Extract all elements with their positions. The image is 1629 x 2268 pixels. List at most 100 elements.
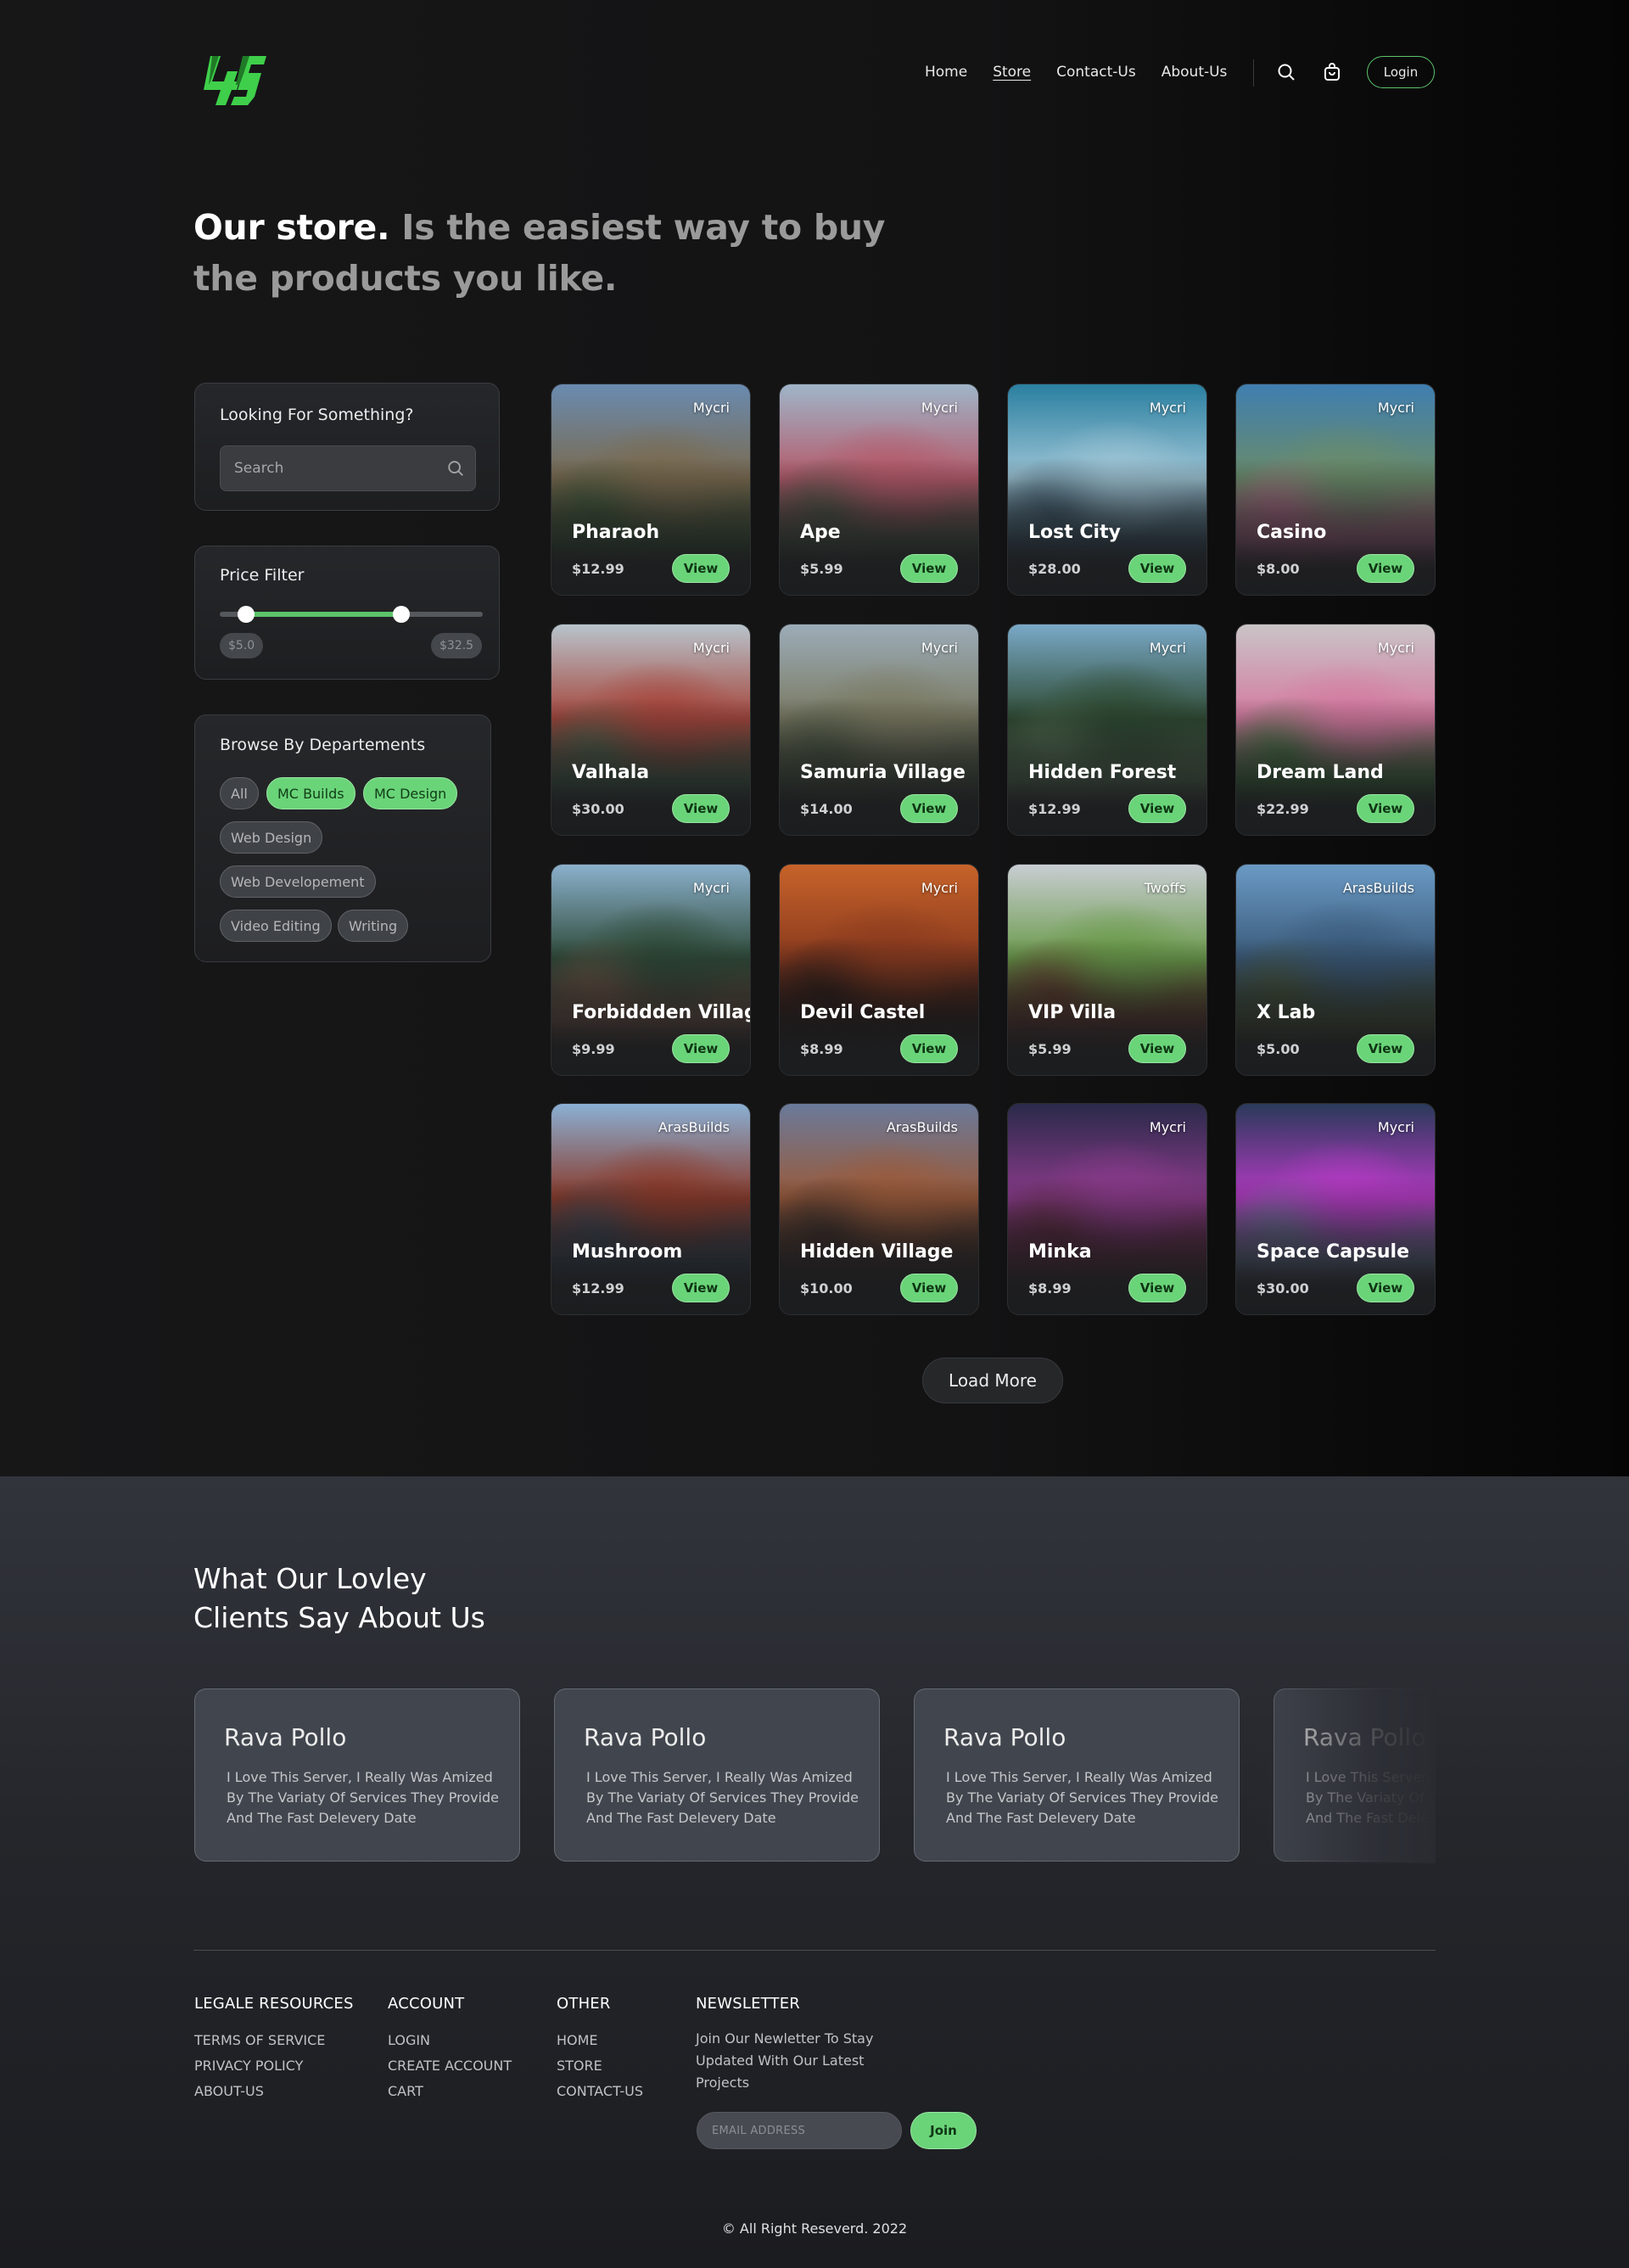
product-name: X Lab bbox=[1257, 1002, 1316, 1023]
department-chip[interactable]: All bbox=[220, 777, 259, 809]
product-name: Hidden Forest bbox=[1028, 762, 1177, 783]
product-name: VIP Villa bbox=[1028, 1002, 1117, 1023]
view-button[interactable]: View bbox=[1128, 554, 1186, 583]
department-chip[interactable]: Web Design bbox=[220, 821, 323, 854]
testimonials-title-line2: Clients Say About Us bbox=[193, 1601, 485, 1634]
footer-link-home[interactable]: HOME bbox=[557, 2028, 643, 2053]
product-card[interactable]: Mycri Hidden Forest $12.99 View bbox=[1007, 624, 1207, 836]
email-placeholder: EMAIL ADDRESS bbox=[712, 2125, 806, 2137]
product-price: $22.99 bbox=[1257, 801, 1309, 817]
view-button[interactable]: View bbox=[900, 794, 958, 823]
footer-legal-column: LEGALE RESOURCES TERMS OF SERVICE PRIVAC… bbox=[194, 1995, 354, 2104]
nav-home[interactable]: Home bbox=[925, 64, 967, 81]
view-button[interactable]: View bbox=[1128, 794, 1186, 823]
product-name: Pharaoh bbox=[572, 522, 660, 543]
view-button[interactable]: View bbox=[672, 1034, 730, 1063]
product-card[interactable]: Mycri Samuria Village $14.00 View bbox=[779, 624, 979, 836]
footer-divider bbox=[193, 1950, 1436, 1951]
footer-link-terms[interactable]: TERMS OF SERVICE bbox=[194, 2028, 354, 2053]
product-card[interactable]: Mycri Minka $8.99 View bbox=[1007, 1103, 1207, 1315]
department-chip[interactable]: MC Design bbox=[363, 777, 458, 809]
view-button[interactable]: View bbox=[1357, 554, 1414, 583]
product-price: $5.00 bbox=[1257, 1041, 1300, 1057]
product-author: Mycri bbox=[1149, 640, 1186, 656]
view-button[interactable]: View bbox=[1357, 1274, 1414, 1302]
product-card[interactable]: ArasBuilds Mushroom $12.99 View bbox=[551, 1103, 751, 1315]
footer-link-privacy[interactable]: PRIVACY POLICY bbox=[194, 2053, 354, 2079]
shopping-bag-icon[interactable] bbox=[1319, 59, 1345, 85]
product-card[interactable]: Mycri Ape $5.99 View bbox=[779, 384, 979, 596]
view-button[interactable]: View bbox=[900, 1034, 958, 1063]
view-button[interactable]: View bbox=[1128, 1274, 1186, 1302]
page-title: Our store. Is the easiest way to buy the… bbox=[193, 202, 957, 304]
product-author: Mycri bbox=[692, 400, 730, 416]
view-button[interactable]: View bbox=[672, 1274, 730, 1302]
view-button[interactable]: View bbox=[1357, 794, 1414, 823]
nav-store[interactable]: Store bbox=[993, 64, 1031, 81]
view-button[interactable]: View bbox=[1128, 1034, 1186, 1063]
department-chip[interactable]: Writing bbox=[338, 910, 409, 942]
load-more-button[interactable]: Load More bbox=[922, 1358, 1063, 1403]
product-card[interactable]: ArasBuilds Hidden Village $10.00 View bbox=[779, 1103, 979, 1315]
view-button[interactable]: View bbox=[900, 554, 958, 583]
product-price: $30.00 bbox=[1257, 1280, 1309, 1296]
product-card[interactable]: Mycri Dream Land $22.99 View bbox=[1235, 624, 1436, 836]
product-price: $14.00 bbox=[800, 801, 853, 817]
testimonial-name: Rava Pollo bbox=[224, 1723, 347, 1751]
product-card[interactable]: Mycri Lost City $28.00 View bbox=[1007, 384, 1207, 596]
price-slider-range bbox=[246, 612, 401, 617]
product-price: $10.00 bbox=[800, 1280, 853, 1296]
view-button[interactable]: View bbox=[672, 554, 730, 583]
product-card[interactable]: Mycri Pharaoh $12.99 View bbox=[551, 384, 751, 596]
product-author: Mycri bbox=[1377, 400, 1414, 416]
footer-link-contact[interactable]: CONTACT-US bbox=[557, 2079, 643, 2104]
testimonials-carousel[interactable]: Rava Pollo I Love This Server, I Really W… bbox=[193, 1688, 1436, 1863]
footer-other-column: OTHER HOME STORE CONTACT-US bbox=[557, 1995, 643, 2104]
footer-link-cart[interactable]: CART bbox=[388, 2079, 512, 2104]
search-icon[interactable] bbox=[1274, 59, 1299, 85]
search-icon[interactable] bbox=[446, 459, 465, 481]
view-button[interactable]: View bbox=[900, 1274, 958, 1302]
testimonials-title: What Our Lovley Clients Say About Us bbox=[193, 1560, 485, 1638]
footer-link-about[interactable]: ABOUT-US bbox=[194, 2079, 354, 2104]
view-button[interactable]: View bbox=[672, 794, 730, 823]
product-name: Space Capsule bbox=[1257, 1241, 1410, 1263]
logo[interactable] bbox=[202, 53, 268, 109]
price-min-label: $5.0 bbox=[220, 633, 264, 658]
footer-link-store[interactable]: STORE bbox=[557, 2053, 643, 2079]
hero-strong: Our store. bbox=[193, 207, 390, 248]
product-card[interactable]: Mycri Devil Castel $8.99 View bbox=[779, 864, 979, 1076]
product-author: ArasBuilds bbox=[1342, 880, 1414, 896]
search-input[interactable]: Search bbox=[220, 445, 476, 491]
footer-link-login[interactable]: LOGIN bbox=[388, 2028, 512, 2053]
product-card[interactable]: Mycri Forbiddden Village $9.99 View bbox=[551, 864, 751, 1076]
main-nav: Home Store Contact-Us About-Us bbox=[925, 59, 1252, 85]
product-name: Mushroom bbox=[572, 1241, 683, 1263]
product-price: $12.99 bbox=[572, 561, 624, 577]
product-price: $28.00 bbox=[1028, 561, 1081, 577]
product-card[interactable]: ArasBuilds X Lab $5.00 View bbox=[1235, 864, 1436, 1076]
product-price: $8.99 bbox=[1028, 1280, 1072, 1296]
login-button[interactable]: Login bbox=[1367, 56, 1435, 88]
product-card[interactable]: Mycri Space Capsule $30.00 View bbox=[1235, 1103, 1436, 1315]
product-author: Mycri bbox=[1149, 1119, 1186, 1135]
product-price: $12.99 bbox=[1028, 801, 1081, 817]
department-chip[interactable]: Web Developement bbox=[220, 865, 376, 898]
nav-contact[interactable]: Contact-Us bbox=[1056, 64, 1136, 81]
footer-account-title: ACCOUNT bbox=[388, 1995, 465, 2013]
product-card[interactable]: Mycri Valhala $30.00 View bbox=[551, 624, 751, 836]
newsletter-email-input[interactable]: EMAIL ADDRESS bbox=[697, 2112, 902, 2149]
product-card[interactable]: Mycri Casino $8.00 View bbox=[1235, 384, 1436, 596]
newsletter-join-button[interactable]: Join bbox=[910, 2112, 977, 2149]
departments-title: Browse By Departements bbox=[220, 736, 426, 754]
department-chip[interactable]: Video Editing bbox=[220, 910, 332, 942]
price-slider-max-handle[interactable] bbox=[392, 606, 410, 623]
nav-about[interactable]: About-Us bbox=[1162, 64, 1228, 81]
view-button[interactable]: View bbox=[1357, 1034, 1414, 1063]
department-chip[interactable]: MC Builds bbox=[266, 777, 355, 809]
product-author: Mycri bbox=[692, 640, 730, 656]
price-slider-min-handle[interactable] bbox=[238, 606, 255, 623]
product-card[interactable]: Twoffs VIP Villa $5.99 View bbox=[1007, 864, 1207, 1076]
copyright: © All Right Reseverd. 2022 bbox=[721, 2220, 908, 2237]
footer-link-create-account[interactable]: CREATE ACCOUNT bbox=[388, 2053, 512, 2079]
